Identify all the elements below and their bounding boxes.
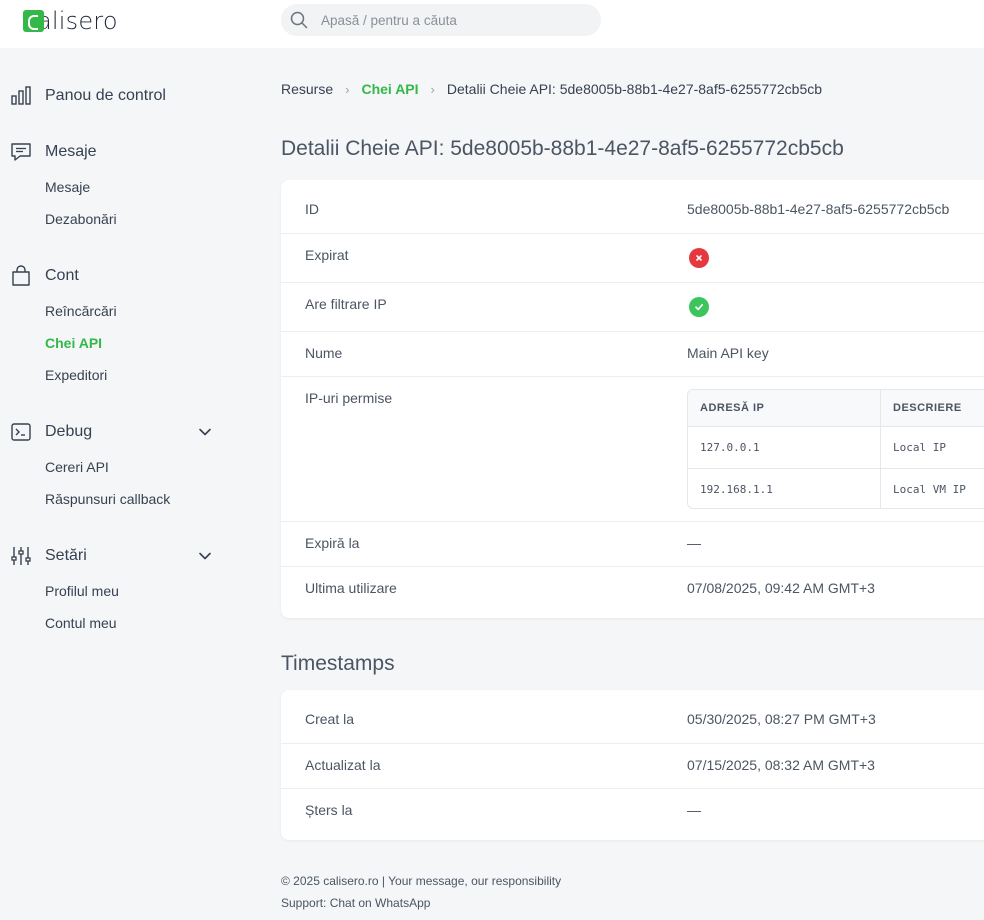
detail-row-expired: Expirat — [281, 233, 984, 282]
detail-row-expires: Expiră la — — [281, 521, 984, 566]
detail-value: 5de8005b-88b1-4e27-8af5-6255772cb5cb — [687, 201, 950, 217]
sidebar-section-label: Cont — [45, 267, 79, 284]
footer-copyright: © 2025 calisero.ro | Your message, our r… — [281, 874, 562, 888]
logo-mark — [23, 10, 44, 32]
sidebar-item-label: Panou de control — [45, 87, 166, 104]
search-bar[interactable]: Apasă / pentru a căuta — [281, 4, 601, 36]
sidebar-section-messages[interactable]: Mesaje — [0, 138, 240, 166]
sidebar-item-api-requests[interactable]: Cereri API — [45, 459, 109, 475]
breadcrumb-api-keys[interactable]: Chei API — [361, 81, 418, 97]
detail-label: Are filtrare IP — [305, 296, 387, 312]
breadcrumb-current: Detalii Cheie API: 5de8005b-88b1-4e27-8a… — [446, 81, 823, 97]
detail-label: Expirat — [305, 247, 349, 263]
calisero-logo[interactable]: alisero — [23, 7, 118, 35]
sidebar-item-dashboard[interactable]: Panou de control — [0, 82, 240, 110]
table-cell-description: Local VM IP — [893, 483, 966, 496]
footer-support-link[interactable]: Support: Chat on WhatsApp — [281, 896, 430, 910]
sidebar-item-unsubscribes[interactable]: Dezabonări — [45, 211, 117, 227]
detail-value: — — [687, 535, 701, 551]
table-cell-ip: 192.168.1.1 — [700, 483, 773, 496]
details-card: ID 5de8005b-88b1-4e27-8af5-6255772cb5cb … — [281, 180, 984, 618]
detail-value: 07/15/2025, 08:32 AM GMT+3 — [687, 757, 875, 773]
detail-label: Șters la — [305, 802, 353, 818]
sliders-icon — [11, 547, 31, 565]
timestamps-card: Creat la 05/30/2025, 08:27 PM GMT+3 Actu… — [281, 690, 984, 840]
table-column-divider — [880, 390, 881, 508]
table-cell-description: Local IP — [893, 441, 946, 454]
detail-value: Main API key — [687, 345, 769, 361]
sidebar-section-label: Setări — [45, 547, 87, 564]
status-yes-icon — [689, 297, 709, 317]
table-header-description: DESCRIERE — [881, 390, 984, 427]
sidebar-item-recharges[interactable]: Reîncărcări — [45, 303, 117, 319]
sidebar-section-settings[interactable]: Setări — [0, 542, 240, 570]
sidebar-section-debug[interactable]: Debug — [0, 418, 240, 446]
sidebar: Panou de control Mesaje Mesaje Dezabonăr… — [0, 48, 240, 920]
detail-row-last-used: Ultima utilizare 07/08/2025, 09:42 AM GM… — [281, 566, 984, 618]
breadcrumb-resources[interactable]: Resurse — [281, 81, 333, 97]
timestamp-row-updated: Actualizat la 07/15/2025, 08:32 AM GMT+3 — [281, 743, 984, 788]
status-no-icon — [689, 248, 709, 268]
detail-label: Nume — [305, 345, 343, 361]
detail-value: 07/08/2025, 09:42 AM GMT+3 — [687, 580, 875, 596]
sidebar-item-my-account[interactable]: Contul meu — [45, 615, 117, 631]
chevron-right-icon: › — [430, 81, 435, 97]
detail-row-ip-filter: Are filtrare IP — [281, 282, 984, 331]
timestamp-row-deleted: Șters la — — [281, 788, 984, 840]
breadcrumb: Resurse › Chei API › Detalii Cheie API: … — [281, 81, 822, 97]
sidebar-item-api-keys[interactable]: Chei API — [45, 335, 102, 351]
sidebar-section-label: Debug — [45, 423, 93, 440]
shopping-bag-icon — [12, 265, 30, 286]
sidebar-item-senders[interactable]: Expeditori — [45, 367, 107, 383]
detail-row-allowed-ips: IP-uri permise ADRESĂ IP DESCRIERE 127.0… — [281, 376, 984, 521]
detail-value: — — [687, 802, 701, 818]
ip-table: ADRESĂ IP DESCRIERE 127.0.0.1 Local IP 1… — [687, 389, 984, 509]
table-cell-ip: 127.0.0.1 — [700, 441, 760, 454]
chevron-down-icon[interactable] — [198, 549, 212, 563]
sidebar-item-callback-responses[interactable]: Răspunsuri callback — [45, 491, 170, 507]
search-icon — [290, 11, 308, 29]
logo-text: alisero — [37, 7, 118, 35]
section-title-timestamps: Timestamps — [281, 652, 395, 675]
top-bar: alisero Apasă / pentru a căuta — [0, 0, 984, 48]
detail-label: Creat la — [305, 711, 355, 727]
detail-row-id: ID 5de8005b-88b1-4e27-8af5-6255772cb5cb — [281, 180, 984, 233]
sidebar-section-account[interactable]: Cont — [0, 262, 240, 290]
detail-value: 05/30/2025, 08:27 PM GMT+3 — [687, 711, 876, 727]
detail-label: Expiră la — [305, 535, 360, 551]
search-input[interactable]: Apasă / pentru a căuta — [321, 13, 457, 28]
detail-label: Ultima utilizare — [305, 580, 397, 596]
table-header-ip: ADRESĂ IP — [688, 390, 880, 427]
detail-row-name: Nume Main API key — [281, 331, 984, 376]
detail-label: IP-uri permise — [305, 390, 393, 406]
chevron-right-icon: › — [345, 81, 350, 97]
sidebar-item-messages[interactable]: Mesaje — [45, 179, 90, 195]
page-title: Detalii Cheie API: 5de8005b-88b1-4e27-8a… — [281, 137, 844, 160]
message-icon — [11, 143, 31, 161]
detail-label: ID — [305, 201, 319, 217]
sidebar-item-my-profile[interactable]: Profilul meu — [45, 583, 119, 599]
terminal-icon — [11, 423, 31, 441]
sidebar-section-label: Mesaje — [45, 143, 97, 160]
bar-chart-icon — [11, 86, 31, 105]
chevron-down-icon[interactable] — [198, 425, 212, 439]
detail-label: Actualizat la — [305, 757, 381, 773]
timestamp-row-created: Creat la 05/30/2025, 08:27 PM GMT+3 — [281, 690, 984, 743]
